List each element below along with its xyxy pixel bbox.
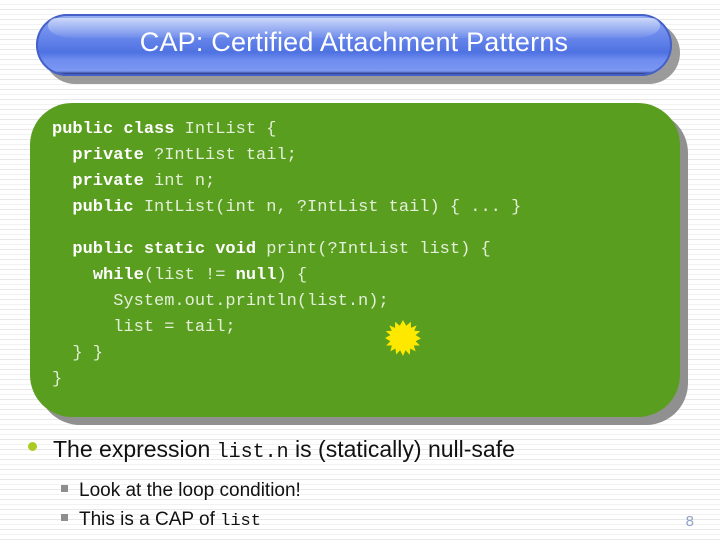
sub-bullet-text: Look at the loop condition! — [79, 478, 301, 505]
code-line: public static void print(?IntList list) … — [52, 237, 670, 263]
sub-bullet-item-0: Look at the loop condition! — [61, 478, 688, 505]
bullet-main-text: The expression list.n is (statically) nu… — [53, 434, 515, 468]
bullet-dot-icon — [28, 442, 37, 451]
sub-bullet-text: This is a CAP of list — [79, 507, 261, 534]
bullet-item-main: The expression list.n is (statically) nu… — [28, 434, 688, 468]
code-text: } } — [72, 344, 104, 363]
code-text: (list != — [143, 266, 236, 285]
bullet-main-suffix: is (statically) null-safe — [288, 436, 515, 462]
code-line: while(list != null) { — [52, 263, 670, 289]
code-text: ) { — [276, 266, 308, 285]
code-keyword: while — [92, 266, 144, 285]
code-text: } — [52, 370, 63, 389]
code-line: private ?IntList tail; — [52, 143, 670, 169]
bullet-main-prefix: The expression — [53, 436, 217, 462]
code-line: } — [52, 367, 670, 393]
bullet-list: The expression list.n is (statically) nu… — [28, 434, 688, 534]
code-line: public IntList(int n, ?IntList tail) { .… — [52, 195, 670, 221]
sub-bullet-1-prefix: This is a CAP of — [79, 509, 221, 530]
code-panel: public class IntList { private ?IntList … — [30, 103, 680, 417]
code-line: System.out.println(list.n); — [52, 289, 670, 315]
code-line: public class IntList { — [52, 117, 670, 143]
code-text: print(?IntList list) { — [266, 240, 491, 259]
sub-bullet-item-1: This is a CAP of list — [61, 507, 688, 534]
code-text: list = tail; — [113, 318, 236, 337]
square-bullet-icon — [61, 485, 68, 492]
code-line: private int n; — [52, 169, 670, 195]
code-text: IntList { — [184, 120, 277, 139]
code-text: ?IntList tail; — [154, 146, 297, 165]
code-keyword: private — [72, 172, 155, 191]
page-title: CAP: Certified Attachment Patterns — [139, 26, 569, 57]
code-line: list = tail; — [52, 315, 670, 341]
code-keyword: public class — [52, 120, 185, 139]
code-block: public class IntList { private ?IntList … — [52, 117, 670, 393]
code-keyword: public — [72, 198, 144, 217]
code-line: } } — [52, 341, 670, 367]
sub-bullet-0-prefix: Look at the loop condition! — [79, 480, 301, 501]
square-bullet-icon — [61, 514, 68, 521]
code-keyword: private — [72, 146, 155, 165]
code-keyword: public static void — [72, 240, 267, 259]
page-number: 8 — [685, 513, 694, 530]
sub-bullet-1-code: list — [220, 512, 261, 531]
title-bar: CAP: Certified Attachment Patterns — [36, 14, 672, 76]
code-keyword: null — [235, 266, 277, 285]
code-text: IntList(int n, ?IntList tail) { ... } — [143, 198, 522, 217]
bullet-main-code: list.n — [216, 441, 289, 464]
code-text: int n; — [154, 172, 216, 191]
slide-canvas: CAP: Certified Attachment Patterns publi… — [0, 0, 720, 540]
code-text: System.out.println(list.n); — [113, 292, 389, 311]
